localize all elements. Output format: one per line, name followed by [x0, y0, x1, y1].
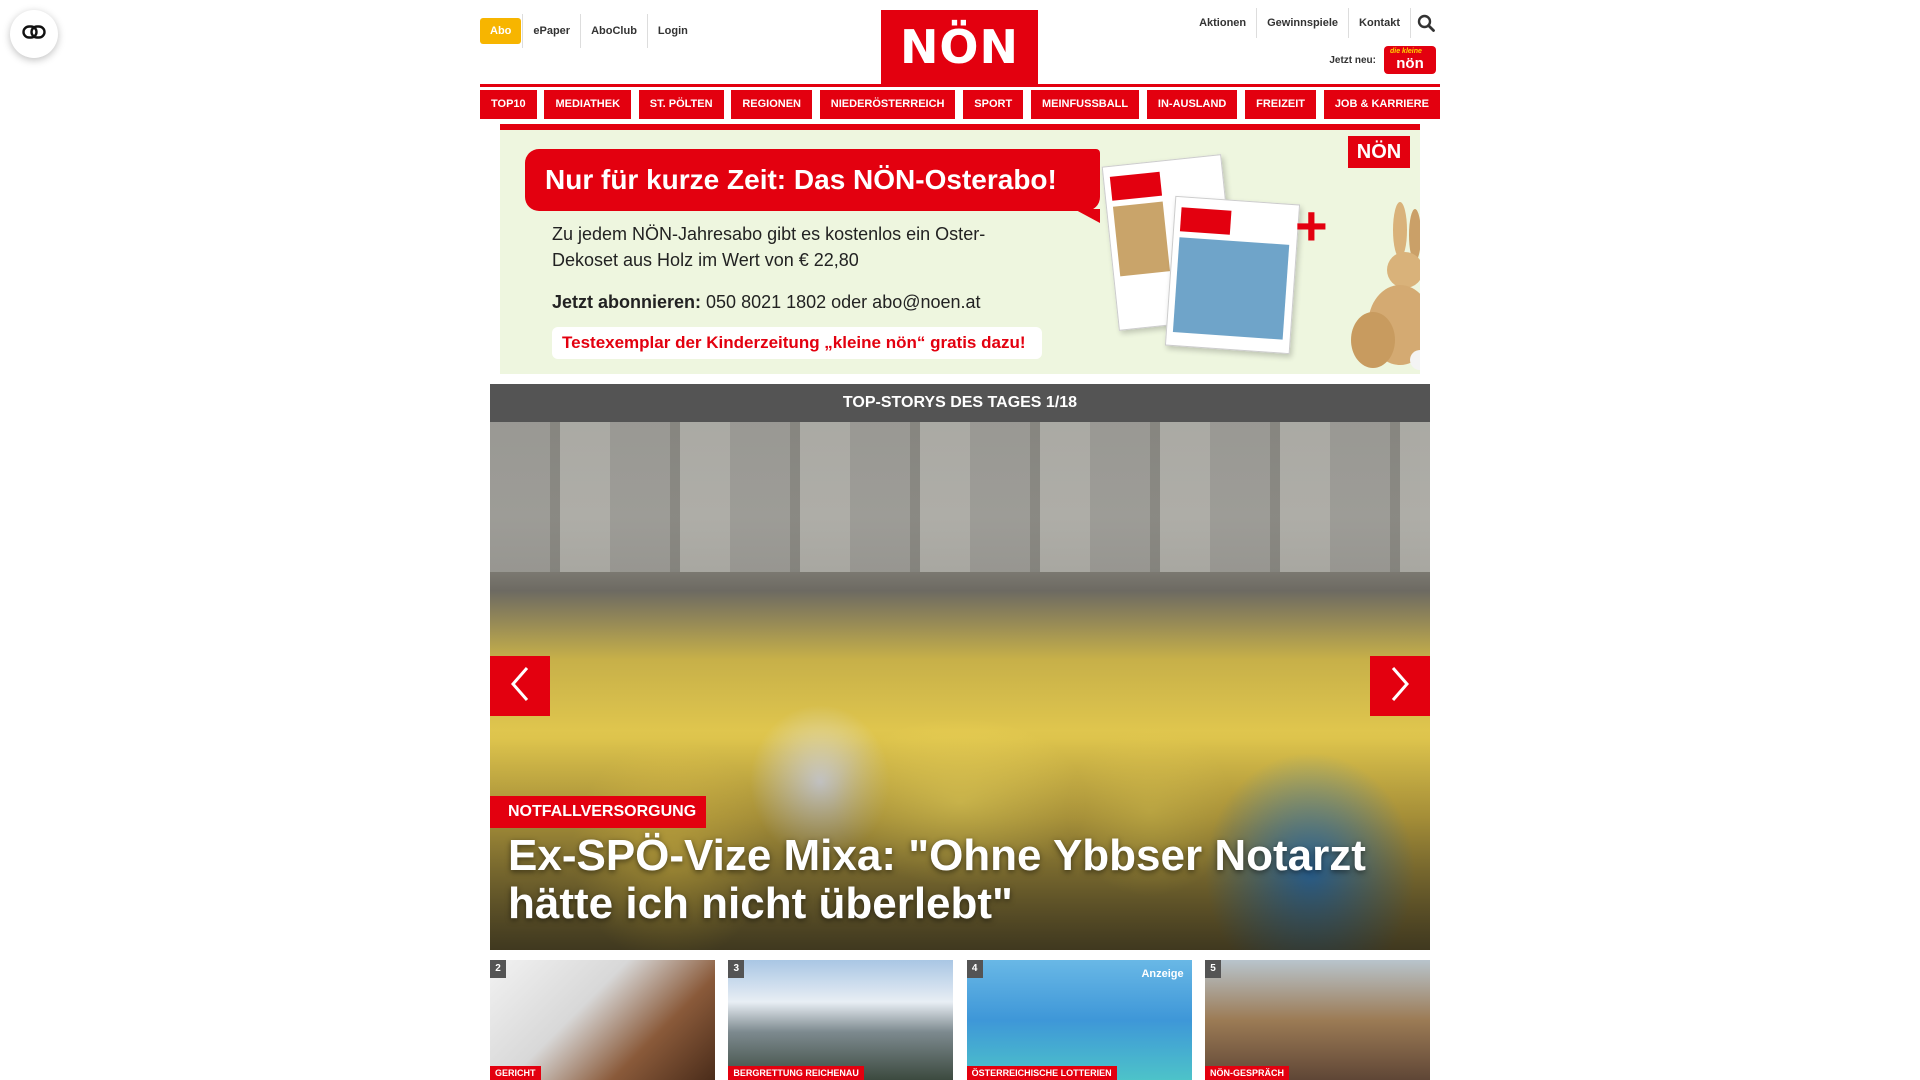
- jetzt-neu-promo[interactable]: Jetzt neu: die kleine nön: [1329, 46, 1436, 74]
- magazine-masthead: [1109, 171, 1163, 201]
- kinderzeitung-masthead: [1179, 207, 1232, 235]
- thumb-number: 5: [1204, 960, 1221, 978]
- thumb-number: 3: [728, 960, 745, 978]
- story-thumb-5[interactable]: 5 NÖN-GESPRÄCH: [1204, 960, 1430, 1080]
- chevron-right-icon: [1389, 666, 1411, 707]
- kinderzeitung-image: [1164, 195, 1301, 355]
- nav-item-top10[interactable]: TOP10: [480, 90, 537, 119]
- nav-item-sport[interactable]: SPORT: [963, 90, 1024, 119]
- ad-body: Zu jedem NÖN-Jahresabo gibt es kostenlos…: [552, 221, 992, 315]
- osterabo-ad-banner[interactable]: Nur für kurze Zeit: Das NÖN-Osterabo! Zu…: [500, 124, 1420, 374]
- utility-nav-right: Aktionen Gewinnspiele Kontakt: [1189, 8, 1440, 38]
- thumb-number: 4: [966, 960, 983, 978]
- story-thumbnails: 2 GERICHT 3 BERGRETTUNG REICHENAU 4 Anze…: [490, 960, 1430, 1080]
- thumb-category: GERICHT: [490, 1066, 541, 1080]
- aboclub-link[interactable]: AboClub: [580, 14, 647, 48]
- thumb-ad-label: Anzeige: [1141, 968, 1184, 980]
- ad-subscribe-line: Jetzt abonnieren: 050 8021 1802 oder abo…: [552, 289, 992, 315]
- ad-subscribe-contact: 050 8021 1802 oder abo@noen.at: [701, 292, 981, 312]
- ad-body-text: Zu jedem NÖN-Jahresabo gibt es kostenlos…: [552, 224, 986, 270]
- site-header: Abo ePaper AboClub Login NÖN Aktionen Ge…: [480, 0, 1440, 87]
- hero-story[interactable]: NOTFALLVERSORGUNG Ex-SPÖ-Vize Mixa: "Ohn…: [490, 422, 1430, 950]
- epaper-link[interactable]: ePaper: [522, 14, 580, 48]
- page-container: Abo ePaper AboClub Login NÖN Aktionen Ge…: [480, 0, 1440, 1080]
- story-thumb-4[interactable]: 4 Anzeige ÖSTERREICHISCHE LOTTERIEN: [966, 960, 1192, 1080]
- kontakt-link[interactable]: Kontakt: [1348, 8, 1410, 38]
- story-thumb-2[interactable]: 2 GERICHT: [490, 960, 715, 1080]
- ad-subscribe-label: Jetzt abonnieren:: [552, 292, 702, 312]
- nav-item-meinfussball[interactable]: MEINFUSSBALL: [1030, 90, 1140, 119]
- nav-item-freizeit[interactable]: FREIZEIT: [1245, 90, 1317, 119]
- abo-button[interactable]: Abo: [480, 18, 522, 44]
- wooden-bunny-image: [1351, 202, 1420, 370]
- site-logo[interactable]: NÖN: [881, 10, 1038, 84]
- nav-item-st-poelten[interactable]: ST. PÖLTEN: [638, 90, 724, 119]
- link-icon: [22, 24, 46, 44]
- kleine-noen-badge[interactable]: die kleine nön: [1384, 46, 1436, 74]
- ad-noen-logo: NÖN: [1348, 136, 1410, 168]
- hero-category-tag[interactable]: NOTFALLVERSORGUNG: [490, 796, 707, 828]
- thumb-number: 2: [490, 960, 506, 978]
- chevron-left-icon: [509, 666, 531, 707]
- utility-nav-left: Abo ePaper AboClub Login: [480, 14, 698, 48]
- ad-free-sample-strip: Testexemplar der Kinderzeitung „kleine n…: [552, 327, 1042, 359]
- story-thumb-3[interactable]: 3 BERGRETTUNG REICHENAU: [728, 960, 954, 1080]
- kleine-noen-badge-main: nön: [1396, 55, 1424, 72]
- nav-item-in-ausland[interactable]: IN-AUSLAND: [1146, 90, 1238, 119]
- nav-item-job-karriere[interactable]: JOB & KARRIERE: [1323, 90, 1440, 119]
- thumb-category: NÖN-GESPRÄCH: [1204, 1066, 1289, 1080]
- top-stories-slider: TOP-STORYS DES TAGES 1/18 NOTFALLVERSORG…: [490, 384, 1430, 950]
- thumb-category: ÖSTERREICHISCHE LOTTERIEN: [966, 1066, 1117, 1080]
- nav-item-mediathek[interactable]: MEDIATHEK: [544, 90, 632, 119]
- top-stories-title: TOP-STORYS DES TAGES 1/18: [490, 384, 1430, 422]
- kinderzeitung-photo: [1172, 237, 1290, 340]
- main-nav: TOP10 MEDIATHEK ST. PÖLTEN REGIONEN NIED…: [480, 90, 1440, 119]
- floating-link-button[interactable]: [10, 10, 58, 58]
- ad-plus-sign: +: [1295, 194, 1328, 257]
- kleine-noen-badge-top: die kleine: [1390, 48, 1422, 55]
- header-divider: [480, 84, 1440, 87]
- thumb-category: BERGRETTUNG REICHENAU: [728, 1066, 864, 1080]
- aktionen-link[interactable]: Aktionen: [1189, 8, 1256, 38]
- nav-item-niederoesterreich[interactable]: NIEDERÖSTERREICH: [819, 90, 956, 119]
- hero-image-background: [490, 422, 1430, 572]
- magazine-photo: [1112, 201, 1170, 277]
- ad-headline: Nur für kurze Zeit: Das NÖN-Osterabo!: [525, 149, 1100, 223]
- hero-headline[interactable]: Ex-SPÖ-Vize Mixa: "Ohne Ybbser Notarzt h…: [508, 832, 1408, 928]
- nav-item-regionen[interactable]: REGIONEN: [731, 90, 813, 119]
- search-icon[interactable]: [1410, 8, 1440, 38]
- jetzt-neu-label: Jetzt neu:: [1329, 54, 1376, 66]
- gewinnspiele-link[interactable]: Gewinnspiele: [1256, 8, 1348, 38]
- login-link[interactable]: Login: [646, 14, 698, 48]
- slider-prev-button[interactable]: [490, 656, 550, 716]
- slider-next-button[interactable]: [1370, 656, 1430, 716]
